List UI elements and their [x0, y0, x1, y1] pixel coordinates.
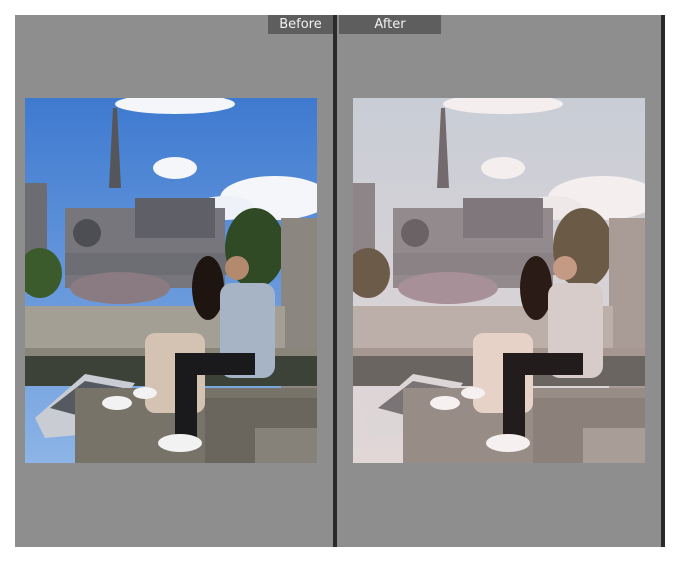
- before-panel: Before: [15, 15, 333, 547]
- after-panel: After: [337, 15, 661, 547]
- after-label: After: [339, 15, 441, 34]
- before-label: Before: [268, 15, 333, 34]
- before-photo: [25, 98, 317, 463]
- panel-right-border: [661, 15, 665, 547]
- before-after-compare-view: Before After: [0, 0, 680, 564]
- after-photo: [353, 98, 645, 463]
